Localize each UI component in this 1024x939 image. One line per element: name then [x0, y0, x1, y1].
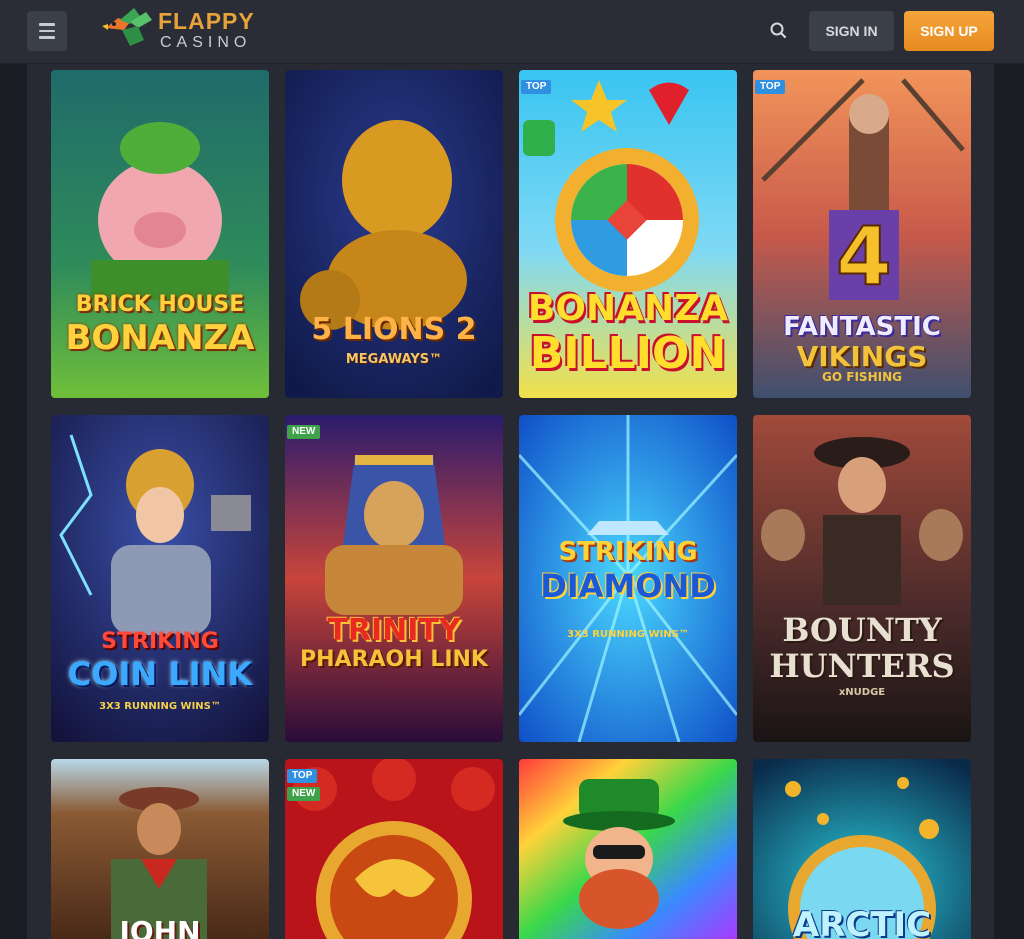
- game-tile-striking-coin-link[interactable]: STRIKING COIN LINK 3X3 RUNNING WINS™: [51, 415, 269, 742]
- new-badge: NEW: [287, 787, 321, 801]
- game-title-line2: BONANZA: [65, 318, 255, 358]
- game-title-line1: BOUNTY: [782, 611, 942, 649]
- game-tile-trinity-pharaoh-link[interactable]: NEW TRINITY PHARAOH LINK: [285, 415, 503, 742]
- game-tile-john[interactable]: JOHN: [51, 759, 269, 939]
- game-subtitle: GO FISHING: [822, 370, 902, 384]
- game-tile-bounty-hunters[interactable]: BOUNTY HUNTERS xNUDGE: [753, 415, 971, 742]
- game-title-line1: JOHN: [119, 915, 201, 939]
- game-title-line1: ARCTIC: [792, 905, 932, 939]
- game-title-line2: BILLION: [529, 328, 727, 379]
- logo-text-casino: CASINO: [160, 34, 252, 51]
- game-title-line2: HUNTERS: [769, 647, 955, 685]
- header-bar: FLAPPY CASINO SIGN IN SIGN UP: [0, 0, 1024, 64]
- game-tile-brick-house-bonanza[interactable]: BRICK HOUSE BONANZA: [51, 70, 269, 398]
- game-subtitle: 3X3 RUNNING WINS™: [567, 629, 689, 640]
- top-badge: TOP: [755, 80, 786, 94]
- game-tile-striking-diamond[interactable]: STRIKING DIAMOND 3X3 RUNNING WINS™: [519, 415, 737, 742]
- game-title-line1: BRICK HOUSE: [75, 292, 245, 317]
- top-badge: TOP: [287, 769, 318, 783]
- game-subtitle: 3X3 RUNNING WINS™: [99, 701, 221, 712]
- game-title-line2: VIKINGS: [796, 340, 928, 373]
- game-title-line1: STRIKING: [101, 629, 219, 654]
- game-tile-bonanza-billion[interactable]: TOP BONANZA BILLION: [519, 70, 737, 398]
- game-title-line1: 5 LIONS 2: [311, 312, 477, 347]
- game-title-line1: TRINITY: [327, 613, 461, 648]
- menu-button[interactable]: [27, 11, 67, 51]
- game-subtitle: xNUDGE: [838, 687, 886, 698]
- game-art: [51, 759, 269, 939]
- game-title-line1: BONANZA: [527, 288, 729, 329]
- game-title-line1: STRIKING: [558, 537, 698, 567]
- game-title-line2: DIAMOND: [540, 567, 716, 605]
- game-tile-4-fantastic-vikings[interactable]: 4 TOP FANTASTIC VIKINGS GO FISHING: [753, 70, 971, 398]
- svg-text:4: 4: [836, 210, 892, 303]
- game-title-line1: FANTASTIC: [783, 312, 941, 342]
- sign-up-button[interactable]: SIGN UP: [904, 11, 994, 51]
- game-tile-leprechaun-rainbow[interactable]: [519, 759, 737, 939]
- game-tile-5-lions-megaways-2[interactable]: 5 LIONS 2 MEGAWAYS™: [285, 70, 503, 398]
- game-art: [519, 759, 737, 939]
- top-badge: TOP: [521, 80, 552, 94]
- new-badge: NEW: [287, 425, 321, 439]
- sign-in-button[interactable]: SIGN IN: [809, 11, 894, 51]
- game-title-line2: MEGAWAYS™: [345, 352, 443, 367]
- game-tile-arctic[interactable]: ARCTIC: [753, 759, 971, 939]
- search-icon[interactable]: [768, 20, 790, 42]
- flappy-casino-logo[interactable]: FLAPPY CASINO: [100, 6, 270, 54]
- game-tile-golden-dragon[interactable]: TOP NEW: [285, 759, 503, 939]
- game-art: [285, 70, 503, 398]
- game-art: [285, 759, 503, 939]
- game-title-line2: PHARAOH LINK: [300, 647, 488, 672]
- bird-logo-icon: [102, 8, 152, 46]
- logo-text-flappy: FLAPPY: [158, 8, 255, 34]
- game-art: [285, 415, 503, 742]
- hamburger-icon: [39, 23, 55, 26]
- game-title-line2: COIN LINK: [67, 655, 253, 693]
